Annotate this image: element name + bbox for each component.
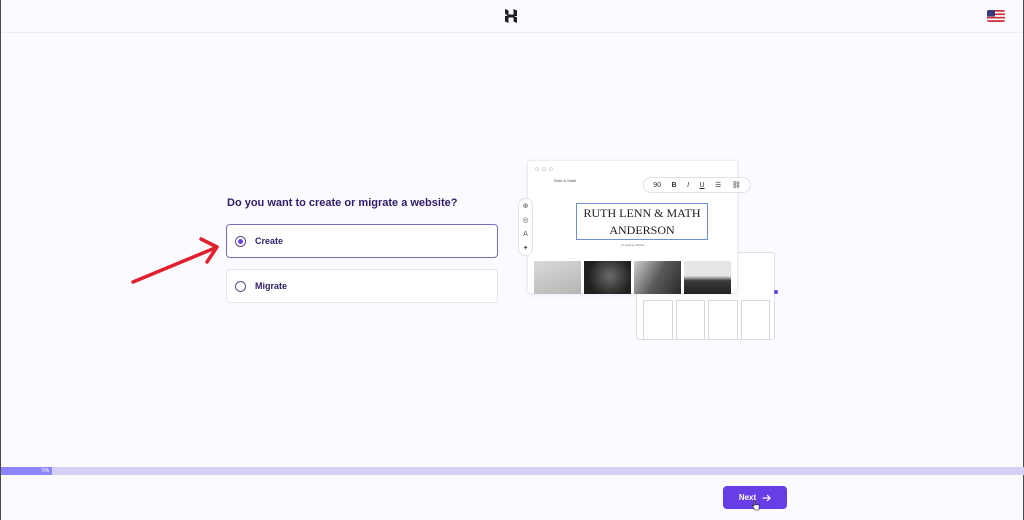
editor-side-tools: ⊕ ◎ A ✦	[518, 198, 533, 256]
mock-photo	[584, 261, 631, 294]
mock-hero-title-line1: RUTH LENN & MATH	[583, 206, 701, 220]
list-icon: ☰	[715, 182, 722, 189]
mock-hero-title: RUTH LENN & MATH ANDERSON	[576, 203, 708, 240]
radio-migrate[interactable]	[235, 280, 246, 292]
hand-cursor-icon	[752, 500, 760, 511]
hostinger-logo-icon[interactable]	[503, 8, 519, 24]
link-icon: ⛓	[731, 182, 741, 189]
page-question: Do you want to create or migrate a websi…	[227, 197, 458, 209]
text-format-toolbar: 90 B I U ☰ ⛓	[643, 177, 751, 193]
radio-create[interactable]	[235, 235, 246, 247]
option-migrate-label: Migrate	[255, 281, 288, 291]
option-migrate[interactable]: Migrate	[226, 269, 498, 303]
annotation-arrow-icon	[131, 237, 219, 284]
radio-selected-dot	[238, 238, 243, 244]
progress-bar	[1, 467, 1024, 475]
bold-icon: B	[671, 181, 677, 189]
add-icon: ⊕	[522, 203, 529, 211]
mock-hero-subtitle: It's getting Official	[620, 243, 645, 247]
text-style-icon: A	[523, 230, 528, 238]
option-create[interactable]: Create	[226, 224, 498, 258]
option-create-label: Create	[255, 236, 284, 246]
window-dots-icon	[535, 167, 553, 171]
underline-icon: U	[699, 181, 705, 189]
us-flag-icon[interactable]	[987, 10, 1005, 22]
progress-label: 5%	[42, 468, 50, 474]
ai-sparkle-icon: ✦	[522, 244, 529, 252]
mock-hero-title-line2: ANDERSON	[609, 223, 675, 237]
italic-icon: I	[687, 181, 690, 189]
mock-photo-gallery	[534, 261, 731, 294]
website-editor-illustration: Ruth & Math RUTH LENN & MATH ANDERSON It…	[518, 150, 790, 350]
arrow-right-icon	[762, 494, 772, 501]
top-bar	[1, 0, 1023, 33]
mock-layout-columns	[643, 300, 770, 340]
mock-photo	[684, 261, 731, 294]
mock-brand-name: Ruth & Math	[554, 178, 577, 183]
drag-handle-dot	[774, 290, 778, 294]
mock-photo	[534, 261, 581, 294]
font-size-value: 90	[653, 181, 662, 189]
layers-icon: ◎	[522, 217, 529, 225]
mock-photo	[634, 261, 681, 294]
